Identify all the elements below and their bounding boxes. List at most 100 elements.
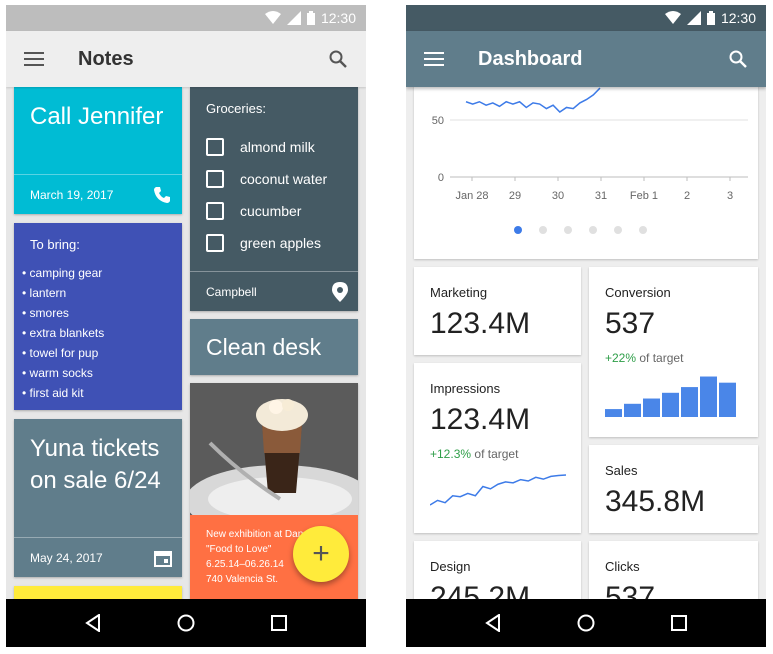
checklist-item[interactable]: green apples (206, 227, 327, 259)
chart-card: 50 0 Jan 28 29 30 31 Feb 1 2 3 (414, 65, 758, 259)
note-call-jennifer[interactable]: Call Jennifer March 19, 2017 (14, 87, 182, 214)
note-heading: Groceries: (206, 101, 266, 116)
metric-card-marketing[interactable]: Marketing 123.4M (414, 267, 581, 355)
x-tick-label: Jan 28 (455, 190, 488, 202)
page-indicator-dot[interactable] (514, 226, 522, 234)
checkbox[interactable] (206, 234, 224, 252)
x-tick-label: Feb 1 (630, 190, 658, 202)
metric-value: 537 (605, 581, 656, 601)
note-heading: To bring: (30, 237, 80, 252)
x-tick-label: 29 (509, 190, 521, 202)
dashboard-phone: 12:30 Dashboard 50 0 Jan 28 29 30 31 Feb 1 2 3… (406, 5, 766, 647)
sparkline-chart (430, 474, 567, 506)
plus-icon: + (312, 537, 330, 570)
dashboard-app-bar: Dashboard (406, 31, 766, 87)
signal-icon (686, 11, 701, 25)
bar (681, 387, 698, 417)
page-indicator-dot[interactable] (589, 226, 597, 234)
note-date: May 24, 2017 (30, 550, 103, 565)
page-indicator-dot[interactable] (614, 226, 622, 234)
list-item: • warm socks (22, 366, 93, 380)
metric-change: +22% of target (605, 351, 683, 365)
note-groceries[interactable]: Groceries: almond milk coconut water cuc… (190, 87, 358, 311)
checklist-item[interactable]: cucumber (206, 195, 327, 227)
home-icon[interactable] (566, 603, 606, 643)
checklist-label: green apples (240, 235, 321, 251)
status-time: 12:30 (320, 10, 356, 26)
battery-icon (306, 11, 315, 25)
checkbox[interactable] (206, 170, 224, 188)
change-percent: +22% (605, 351, 637, 365)
note-yuna-tickets[interactable]: Yuna tickets on sale 6/24 May 24, 2017 (14, 419, 182, 577)
back-icon[interactable] (73, 603, 113, 643)
text-line: 6.25.14–06.26.14 (206, 559, 284, 570)
back-icon[interactable] (473, 603, 513, 643)
phone-icon (154, 186, 170, 203)
search-icon[interactable] (710, 31, 766, 87)
checklist-item[interactable]: almond milk (206, 131, 327, 163)
note-title: Clean desk (206, 334, 322, 360)
battery-icon (706, 11, 715, 25)
metric-card-clicks[interactable]: Clicks 537 (589, 541, 758, 601)
exhibition-text: New exhibition at Dan "Food to Love" 6.2… (206, 527, 303, 587)
menu-icon[interactable] (406, 31, 462, 87)
bar (643, 398, 660, 417)
notes-phone: 12:30 Notes Call Jennifer March 19, 2017… (6, 5, 366, 647)
page-indicator-dot[interactable] (639, 226, 647, 234)
home-icon[interactable] (166, 603, 206, 643)
status-bar: 12:30 (6, 5, 366, 31)
metric-value: 123.4M (430, 403, 531, 436)
system-nav-bar (6, 599, 366, 647)
note-footer: May 24, 2017 (14, 537, 182, 577)
checklist: almond milk coconut water cucumber green… (206, 131, 327, 259)
change-percent: +12.3% (430, 447, 472, 461)
checklist-label: almond milk (240, 139, 315, 155)
search-icon[interactable] (310, 31, 366, 87)
metric-card-sales[interactable]: Sales 345.8M (589, 445, 758, 533)
metric-label: Clicks (605, 559, 640, 574)
metric-card-impressions[interactable]: Impressions 123.4M +12.3% of target (414, 363, 581, 533)
line-chart: 50 0 Jan 28 29 30 31 Feb 1 2 3 (432, 87, 748, 234)
list-item: • lantern (22, 286, 67, 300)
note-footer: March 19, 2017 (14, 174, 182, 214)
status-bar: 12:30 (406, 5, 766, 31)
change-suffix: of target (639, 351, 684, 365)
recents-icon[interactable] (259, 603, 299, 643)
text-line: 740 Valencia St. (206, 574, 279, 585)
note-to-bring[interactable]: To bring: • camping gear • lantern • smo… (14, 223, 182, 410)
note-title: Yuna tickets on sale 6/24 (30, 435, 161, 494)
menu-icon[interactable] (6, 31, 62, 87)
wifi-icon (664, 11, 681, 24)
note-clean-desk[interactable]: Clean desk (190, 319, 358, 375)
add-note-button[interactable]: + (293, 526, 349, 582)
dessert-photo (190, 383, 358, 515)
x-tick-label: 30 (552, 190, 564, 202)
note-location: Campbell (206, 284, 257, 299)
checkbox[interactable] (206, 138, 224, 156)
list-item: • camping gear (22, 266, 103, 280)
note-title: Call Jennifer (30, 103, 164, 130)
list-item: • extra blankets (22, 326, 105, 340)
series-line (465, 87, 601, 113)
metric-value: 245.2M (430, 581, 531, 601)
x-tick-label: 2 (684, 190, 690, 202)
checklist-label: coconut water (240, 171, 328, 187)
calendar-icon (154, 550, 172, 567)
note-footer: Campbell (190, 271, 358, 311)
metric-value: 123.4M (430, 307, 531, 340)
metric-card-conversion[interactable]: Conversion 537 +22% of target (589, 267, 758, 437)
bar (719, 382, 736, 417)
page-indicator-dot[interactable] (539, 226, 547, 234)
recents-icon[interactable] (659, 603, 699, 643)
list-item: • towel for pup (22, 346, 99, 360)
bar-chart (605, 376, 736, 417)
checklist-item[interactable]: coconut water (206, 163, 327, 195)
page-indicator-dot[interactable] (564, 226, 572, 234)
text-line: "Food to Love" (206, 544, 272, 555)
checkbox[interactable] (206, 202, 224, 220)
metric-card-design[interactable]: Design 245.2M (414, 541, 581, 601)
bar (662, 392, 679, 417)
x-tick-label: 3 (727, 190, 733, 202)
bullet-list: • camping gear • lantern • smores • extr… (22, 263, 104, 403)
note-date: March 19, 2017 (30, 187, 114, 202)
